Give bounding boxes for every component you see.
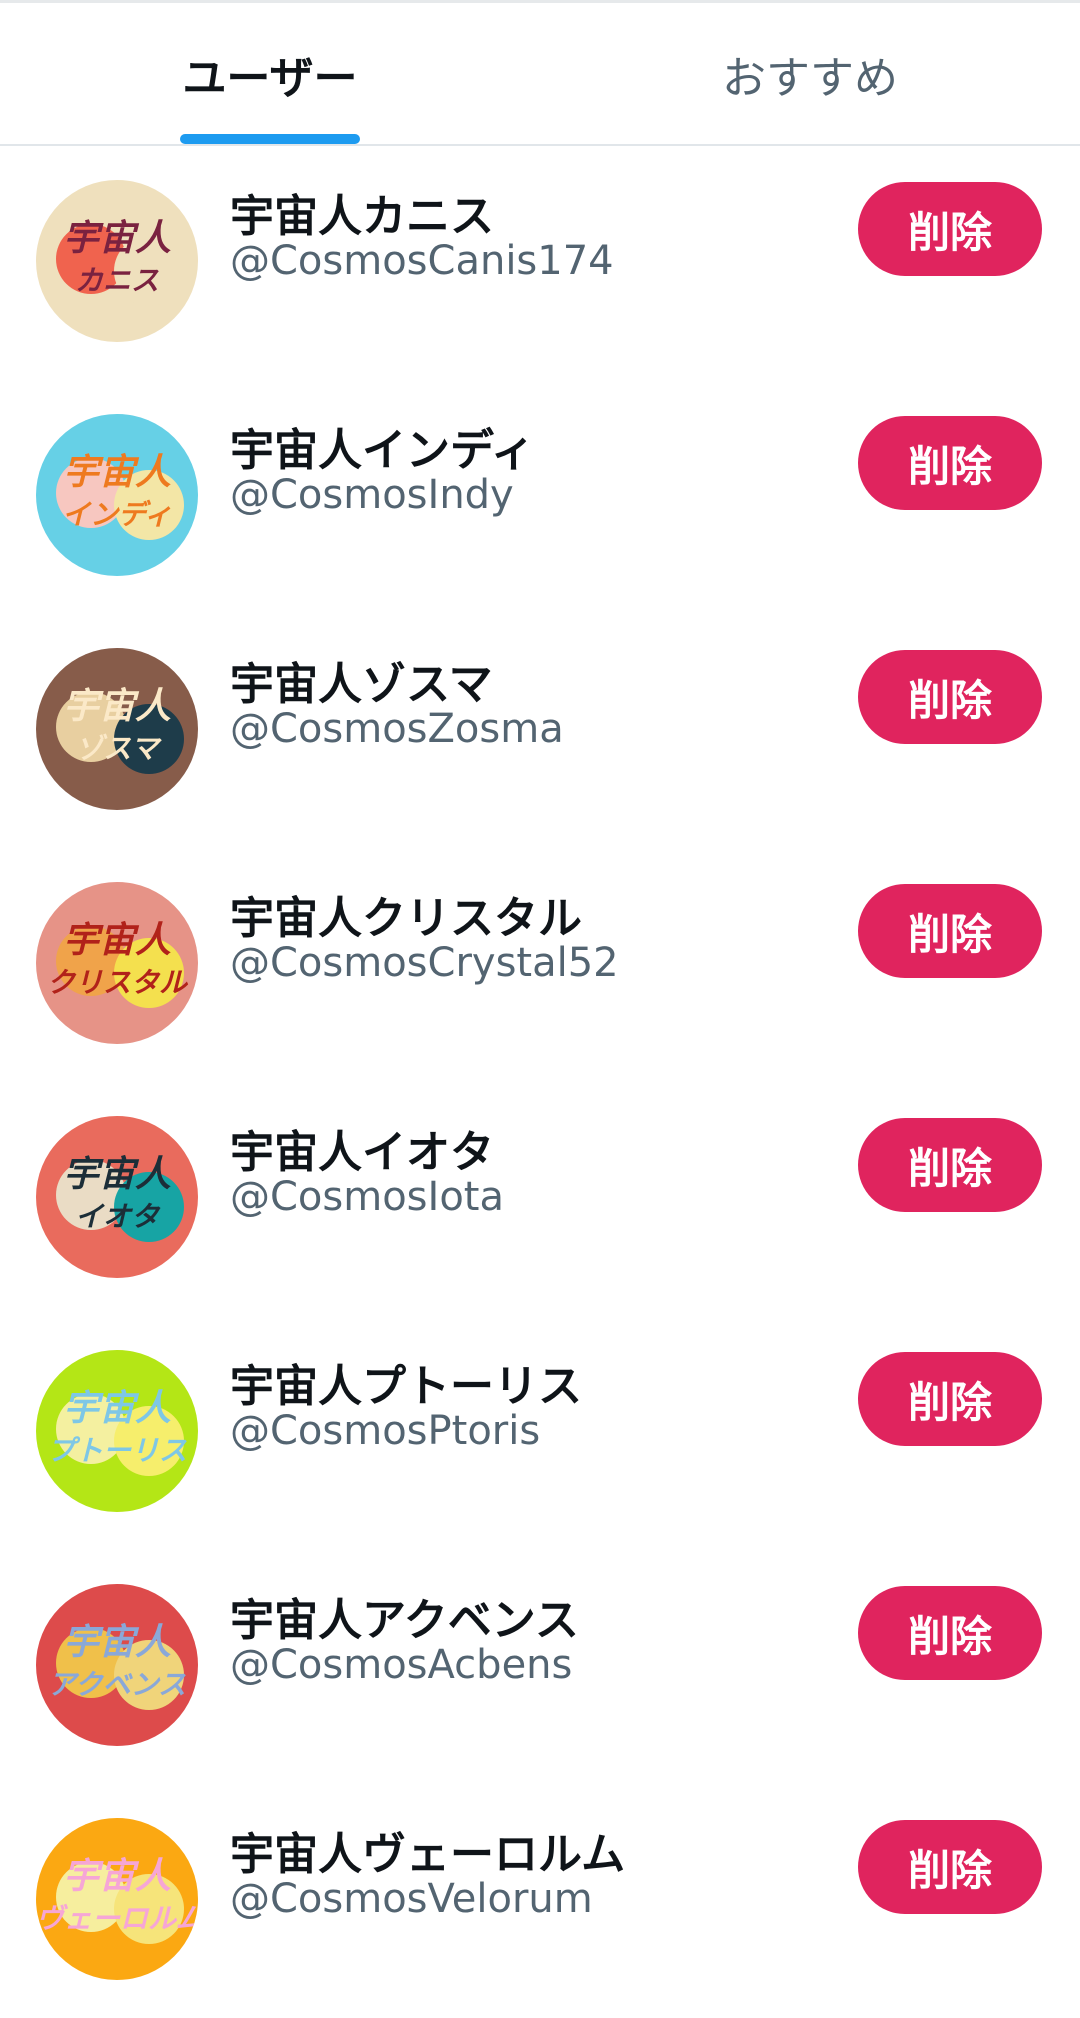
avatar-lettering-line: イオタ [74, 1200, 159, 1233]
user-handle: @CosmosIndy [230, 472, 514, 518]
avatar-lettering: 宇宙人 アクベンス [36, 1622, 198, 1706]
avatar-lettering-line: ヴェーロルム [36, 1902, 198, 1935]
avatar-lettering-line: インディ [61, 498, 173, 531]
avatar-lettering-line: ゾスマ [75, 732, 159, 765]
avatar-lettering-line: アクベンス [47, 1668, 187, 1701]
avatar-lettering-line: 宇宙人 [62, 1622, 171, 1663]
delete-button[interactable]: 削除 [858, 1820, 1042, 1914]
avatar-lettering-line: 宇宙人 [62, 920, 171, 961]
tab-bar: ユーザー おすすめ [0, 3, 1080, 146]
user-display-name[interactable]: 宇宙人アクベンス [230, 1584, 579, 1648]
avatar[interactable]: 宇宙人 クリスタル [36, 882, 198, 1044]
delete-button[interactable]: 削除 [858, 416, 1042, 510]
user-row[interactable]: 宇宙人 ヴェーロルム 宇宙人ヴェーロルム @CosmosVelorum 削除 [0, 1784, 1080, 2018]
user-row[interactable]: 宇宙人 プトーリス 宇宙人プトーリス @CosmosPtoris 削除 [0, 1316, 1080, 1550]
user-list: 宇宙人 カニス 宇宙人カニス @CosmosCanis174 削除 宇宙人 インディ 宇宙人イ… [0, 146, 1080, 2018]
delete-button[interactable]: 削除 [858, 650, 1042, 744]
user-display-name[interactable]: 宇宙人クリスタル [230, 882, 582, 946]
avatar[interactable]: 宇宙人 イオタ [36, 1116, 198, 1278]
delete-button[interactable]: 削除 [858, 1352, 1042, 1446]
tab-users[interactable]: ユーザー [180, 3, 360, 144]
tab-recommended[interactable]: おすすめ [700, 3, 920, 144]
user-row[interactable]: 宇宙人 アクベンス 宇宙人アクベンス @CosmosAcbens 削除 [0, 1550, 1080, 1784]
user-row[interactable]: 宇宙人 ゾスマ 宇宙人ゾスマ @CosmosZosma 削除 [0, 614, 1080, 848]
user-display-name[interactable]: 宇宙人カニス [230, 180, 494, 244]
avatar-lettering: 宇宙人 インディ [36, 452, 198, 536]
delete-button[interactable]: 削除 [858, 1586, 1042, 1680]
avatar[interactable]: 宇宙人 ゾスマ [36, 648, 198, 810]
delete-button[interactable]: 削除 [858, 884, 1042, 978]
delete-button[interactable]: 削除 [858, 1118, 1042, 1212]
user-row[interactable]: 宇宙人 イオタ 宇宙人イオタ @CosmosIota 削除 [0, 1082, 1080, 1316]
avatar-lettering-line: カニス [74, 264, 159, 297]
avatar-lettering: 宇宙人 プトーリス [36, 1388, 198, 1472]
user-handle: @CosmosPtoris [230, 1408, 541, 1454]
user-handle: @CosmosIota [230, 1174, 504, 1220]
avatar-lettering-line: 宇宙人 [62, 1154, 171, 1195]
avatar-lettering: 宇宙人 ヴェーロルム [36, 1856, 198, 1940]
avatar-lettering-line: 宇宙人 [62, 218, 171, 259]
user-display-name[interactable]: 宇宙人ゾスマ [230, 648, 493, 712]
user-handle: @CosmosCanis174 [230, 238, 614, 284]
user-handle: @CosmosZosma [230, 706, 564, 752]
user-display-name[interactable]: 宇宙人プトーリス [230, 1350, 582, 1414]
user-display-name[interactable]: 宇宙人ヴェーロルム [230, 1818, 625, 1882]
user-display-name[interactable]: 宇宙人インディ [230, 414, 535, 478]
avatar-lettering: 宇宙人 ゾスマ [36, 686, 198, 770]
avatar[interactable]: 宇宙人 インディ [36, 414, 198, 576]
avatar-lettering-line: 宇宙人 [62, 686, 171, 727]
avatar-lettering-line: クリスタル [46, 966, 187, 999]
avatar-lettering: 宇宙人 クリスタル [36, 920, 198, 1004]
avatar-lettering-line: 宇宙人 [62, 1856, 171, 1897]
user-handle: @CosmosVelorum [230, 1876, 593, 1922]
avatar-lettering: 宇宙人 イオタ [36, 1154, 198, 1238]
avatar-lettering-line: 宇宙人 [62, 1388, 171, 1429]
avatar[interactable]: 宇宙人 カニス [36, 180, 198, 342]
user-handle: @CosmosAcbens [230, 1642, 573, 1688]
active-tab-indicator [180, 134, 360, 144]
user-row[interactable]: 宇宙人 クリスタル 宇宙人クリスタル @CosmosCrystal52 削除 [0, 848, 1080, 1082]
avatar[interactable]: 宇宙人 ヴェーロルム [36, 1818, 198, 1980]
avatar[interactable]: 宇宙人 プトーリス [36, 1350, 198, 1512]
user-handle: @CosmosCrystal52 [230, 940, 619, 986]
avatar[interactable]: 宇宙人 アクベンス [36, 1584, 198, 1746]
delete-button[interactable]: 削除 [858, 182, 1042, 276]
user-row[interactable]: 宇宙人 カニス 宇宙人カニス @CosmosCanis174 削除 [0, 146, 1080, 380]
avatar-lettering-line: プトーリス [46, 1434, 187, 1467]
avatar-lettering: 宇宙人 カニス [36, 218, 198, 302]
avatar-lettering-line: 宇宙人 [62, 452, 171, 493]
user-row[interactable]: 宇宙人 インディ 宇宙人インディ @CosmosIndy 削除 [0, 380, 1080, 614]
user-display-name[interactable]: 宇宙人イオタ [230, 1116, 494, 1180]
